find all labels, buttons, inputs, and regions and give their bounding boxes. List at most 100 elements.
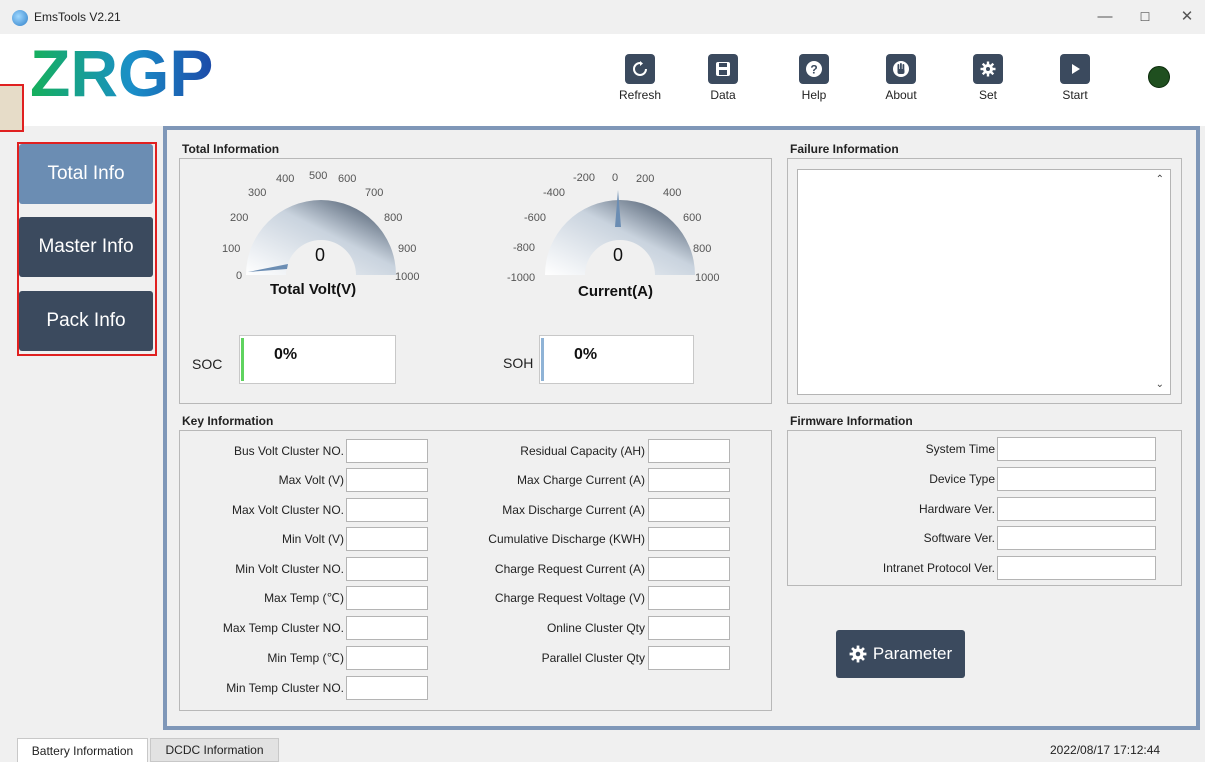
volt-tick: 100 bbox=[222, 243, 241, 255]
key-field-row: Cumulative Discharge (KWH) bbox=[460, 527, 730, 551]
status-datetime: 2022/08/17 17:12:44 bbox=[1050, 743, 1161, 757]
bus-volt-cluster-no-field[interactable] bbox=[346, 439, 428, 463]
volt-tick: 500 bbox=[309, 170, 328, 182]
data-button[interactable]: Data bbox=[688, 54, 758, 102]
parameter-label: Parameter bbox=[872, 644, 953, 663]
firmware-field-label: Software Ver. bbox=[923, 531, 995, 545]
key-field-label: Min Temp (℃) bbox=[267, 651, 344, 665]
system-time-field[interactable] bbox=[997, 437, 1156, 461]
header: ZRGP Refresh Data ? Help About Set Start bbox=[0, 34, 1205, 126]
tab-dcdc-information[interactable]: DCDC Information bbox=[150, 738, 279, 762]
app-icon bbox=[12, 10, 28, 26]
volt-tick: 1000 bbox=[395, 271, 420, 283]
key-field-row: Min Volt Cluster NO. bbox=[190, 557, 428, 581]
current-tick: -600 bbox=[524, 212, 547, 224]
set-button[interactable]: Set bbox=[953, 54, 1023, 102]
volt-tick: 200 bbox=[230, 212, 249, 224]
max-volt-cluster-no-field[interactable] bbox=[346, 498, 428, 522]
help-label: Help bbox=[801, 88, 827, 102]
device-type-field[interactable] bbox=[997, 467, 1156, 491]
key-field-label: Cumulative Discharge (KWH) bbox=[488, 532, 645, 546]
key-field-row: Charge Request Voltage (V) bbox=[460, 586, 730, 610]
volt-tick: 900 bbox=[398, 243, 417, 255]
scroll-down-icon[interactable]: ⌄ bbox=[1156, 379, 1164, 390]
charge-request-current-field[interactable] bbox=[648, 557, 730, 581]
software-ver-field[interactable] bbox=[997, 526, 1156, 550]
min-volt-cluster-no-field[interactable] bbox=[346, 557, 428, 581]
soc-label: SOC bbox=[192, 356, 223, 372]
max-temp-cluster-no-field[interactable] bbox=[346, 616, 428, 640]
key-field-row: Min Volt (V) bbox=[190, 527, 428, 551]
window-titlebar: EmsTools V2.21 — ☐ ✕ bbox=[0, 0, 1205, 34]
help-button[interactable]: ? Help bbox=[779, 54, 849, 102]
tab-battery-information[interactable]: Battery Information bbox=[17, 738, 148, 762]
soh-level-bar bbox=[541, 338, 544, 381]
current-tick: -1000 bbox=[507, 272, 536, 284]
nav-label: Master Info bbox=[38, 236, 134, 257]
key-field-label: Max Temp (℃) bbox=[264, 591, 344, 605]
gear-icon bbox=[973, 54, 1003, 84]
soc-value: 0% bbox=[274, 346, 298, 363]
current-tick: 600 bbox=[683, 212, 702, 224]
hardware-ver-field[interactable] bbox=[997, 497, 1156, 521]
soh-meter: 0% bbox=[539, 335, 694, 384]
hand-icon bbox=[886, 54, 916, 84]
key-field-label: Bus Volt Cluster NO. bbox=[233, 444, 344, 458]
current-gauge bbox=[545, 190, 695, 275]
residual-capacity-field[interactable] bbox=[648, 439, 730, 463]
maximize-button[interactable]: ☐ bbox=[1130, 6, 1160, 28]
firmware-field-row: Software Ver. bbox=[800, 526, 1156, 550]
max-charge-current-field[interactable] bbox=[648, 468, 730, 492]
key-field-row: Max Charge Current (A) bbox=[460, 468, 730, 492]
key-field-row: Min Temp (℃) bbox=[190, 646, 428, 670]
key-field-label: Min Volt Cluster NO. bbox=[235, 562, 344, 576]
key-field-row: Min Temp Cluster NO. bbox=[190, 676, 428, 700]
min-volt-field[interactable] bbox=[346, 527, 428, 551]
key-field-label: Parallel Cluster Qty bbox=[541, 651, 645, 665]
volt-tick: 700 bbox=[365, 187, 384, 199]
start-button[interactable]: Start bbox=[1040, 54, 1110, 102]
current-label: Current(A) bbox=[578, 283, 653, 300]
current-tick: 800 bbox=[693, 243, 712, 255]
key-field-row: Max Temp Cluster NO. bbox=[190, 616, 428, 640]
about-button[interactable]: About bbox=[866, 54, 936, 102]
current-tick: 200 bbox=[636, 173, 655, 185]
firmware-field-row: Hardware Ver. bbox=[800, 497, 1156, 521]
minimize-button[interactable]: — bbox=[1090, 6, 1120, 28]
current-tick: -400 bbox=[543, 187, 566, 199]
key-field-row: Max Volt Cluster NO. bbox=[190, 498, 428, 522]
tab-label: DCDC Information bbox=[165, 743, 264, 757]
refresh-button[interactable]: Refresh bbox=[605, 54, 675, 102]
total-volt-label: Total Volt(V) bbox=[270, 281, 357, 298]
intranet-protocol-ver-field[interactable] bbox=[997, 556, 1156, 580]
failure-log-textarea[interactable]: ⌃ ⌄ bbox=[797, 169, 1171, 395]
max-discharge-current-field[interactable] bbox=[648, 498, 730, 522]
min-temp-field[interactable] bbox=[346, 646, 428, 670]
window-title: EmsTools V2.21 bbox=[34, 10, 121, 24]
help-icon: ? bbox=[799, 54, 829, 84]
nav-pack-info[interactable]: Pack Info bbox=[19, 291, 153, 351]
parameter-button[interactable]: Parameter bbox=[836, 630, 965, 678]
scroll-up-icon[interactable]: ⌃ bbox=[1156, 174, 1164, 185]
nav-master-info[interactable]: Master Info bbox=[19, 217, 153, 277]
collapse-handle[interactable] bbox=[0, 84, 24, 132]
about-label: About bbox=[885, 88, 917, 102]
connection-status-indicator bbox=[1148, 66, 1170, 88]
firmware-field-label: Hardware Ver. bbox=[918, 502, 995, 516]
online-cluster-qty-field[interactable] bbox=[648, 616, 730, 640]
current-tick: -200 bbox=[573, 172, 596, 184]
max-volt-field[interactable] bbox=[346, 468, 428, 492]
parallel-cluster-qty-field[interactable] bbox=[648, 646, 730, 670]
soh-value: 0% bbox=[574, 346, 598, 363]
key-field-row: Max Volt (V) bbox=[190, 468, 428, 492]
key-field-label: Charge Request Voltage (V) bbox=[494, 591, 645, 605]
cumulative-discharge-field[interactable] bbox=[648, 527, 730, 551]
soc-level-bar bbox=[241, 338, 244, 381]
current-tick: 0 bbox=[612, 172, 619, 184]
close-button[interactable]: ✕ bbox=[1172, 6, 1202, 28]
max-temp-field[interactable] bbox=[346, 586, 428, 610]
charge-request-voltage-field[interactable] bbox=[648, 586, 730, 610]
volt-tick: 0 bbox=[236, 270, 243, 282]
nav-total-info[interactable]: Total Info bbox=[19, 144, 153, 204]
min-temp-cluster-no-field[interactable] bbox=[346, 676, 428, 700]
